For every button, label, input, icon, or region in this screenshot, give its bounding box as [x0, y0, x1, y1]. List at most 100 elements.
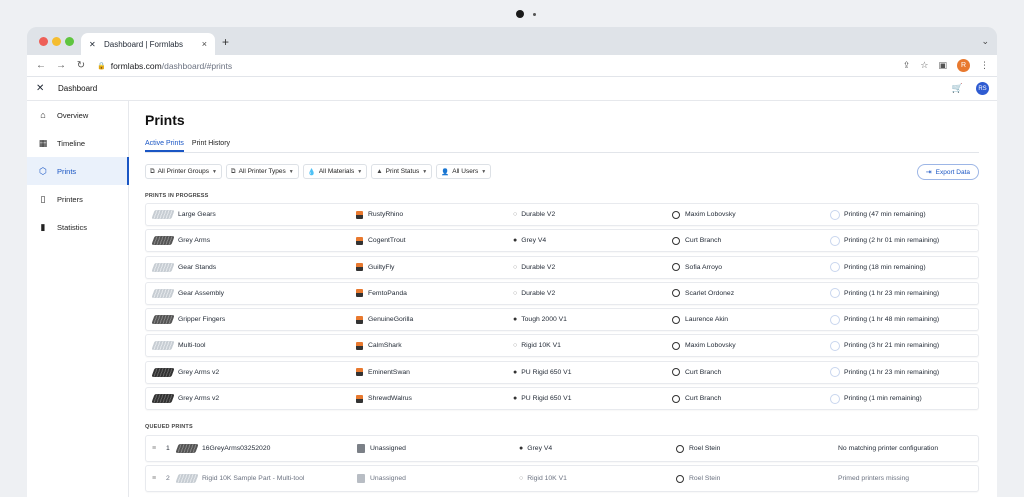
print-status: Printing (18 min remaining): [844, 263, 926, 271]
user-icon: [676, 474, 684, 483]
sidebar-item-timeline[interactable]: ▦ Timeline: [27, 129, 128, 157]
filter-materials[interactable]: 💧 All Materials ▼: [302, 164, 368, 179]
print-status: Printing (2 hr 01 min remaining): [844, 237, 940, 245]
sidebar-item-overview[interactable]: ⌂ Overview: [27, 101, 128, 129]
tab-print-history[interactable]: Print History: [192, 140, 230, 152]
print-status: Printing (1 hr 48 min remaining): [844, 316, 940, 324]
tab-close-icon[interactable]: ×: [202, 39, 207, 49]
user-avatar[interactable]: RS: [976, 82, 989, 95]
queued-row[interactable]: ≡ 2 Rigid 10K Sample Part - Multi-tool Unas…: [145, 465, 979, 493]
sidebar-item-statistics[interactable]: ▮ Statistics: [27, 213, 128, 241]
laptop-bezel: ✕ Dashboard | Formlabs × + ⌄ ← → ↻ 🔒 for…: [0, 0, 1024, 497]
printer-name: CalmShark: [368, 342, 402, 350]
filter-bar: ⧉ All Printer Groups ▼ ⧉ All Printer Typ…: [145, 164, 492, 179]
queued-user-cell: Roel Stein: [676, 436, 720, 461]
print-row[interactable]: Gear Stands GuiltyFly ○ Durable V2 Sofia Arr…: [145, 255, 979, 279]
browser-tab[interactable]: ✕ Dashboard | Formlabs ×: [81, 33, 215, 55]
printer-name: FemtoPanda: [368, 289, 407, 297]
progress-ring-icon: [830, 367, 840, 378]
print-row[interactable]: Large Gears RustyRhino ○ Durable V2 Maxim Lo…: [145, 203, 979, 226]
filter-users[interactable]: 👤 All Users ▼: [436, 164, 492, 179]
part-thumbnail-shape: [151, 367, 175, 377]
cart-icon[interactable]: 🛒: [952, 83, 963, 94]
page-title: Prints: [145, 112, 185, 128]
new-tab-icon[interactable]: +: [222, 35, 229, 49]
status-cell: Printing (1 hr 48 min remaining): [830, 309, 939, 330]
forward-arrow-icon[interactable]: →: [55, 60, 67, 71]
part-thumbnail: [151, 234, 175, 248]
print-name: Gripper Fingers: [178, 316, 226, 324]
app-window: ✕ Dashboard 🛒 RS ⌂ Overview ▦ Timeline ⬡…: [27, 77, 997, 497]
print-row[interactable]: Grey Arms CogentTrout ● Grey V4 Curt Branch P…: [145, 229, 979, 253]
export-data-button[interactable]: ⇥ Export Data: [916, 164, 979, 180]
filter-printer-types[interactable]: ⧉ All Printer Types ▼: [225, 164, 299, 179]
part-thumbnail-shape: [151, 341, 175, 351]
window-maximize-button[interactable]: [65, 37, 74, 46]
print-status: Printing (1 hr 23 min remaining): [844, 368, 940, 376]
print-name-cell: Gear Assembly: [151, 283, 224, 304]
queued-status-cell: No matching printer configuration: [838, 436, 938, 461]
queued-row[interactable]: ≡ 1 16GreyArms03252020 Unassigned ● Grey V4 Ro…: [145, 435, 979, 462]
material-cell: ● Grey V4: [513, 230, 546, 251]
queued-printer-cell: Unassigned: [357, 466, 406, 491]
queued-name-cell: Rigid 10K Sample Part - Multi-tool: [175, 466, 305, 491]
reload-icon[interactable]: ↻: [75, 60, 87, 71]
cube-icon: ⬡: [39, 165, 47, 176]
address-bar[interactable]: 🔒 formlabs.com /dashboard/#prints: [97, 61, 232, 71]
part-thumbnail: [151, 339, 175, 353]
share-icon[interactable]: ⇪: [903, 60, 911, 71]
print-row[interactable]: Gripper Fingers GenuineGorilla ● Tough 2000…: [145, 308, 979, 332]
app-header: ✕ Dashboard 🛒 RS: [27, 77, 997, 101]
printer-name: ShrewdWalrus: [368, 395, 412, 403]
user-icon: [672, 263, 680, 272]
print-row[interactable]: Grey Arms v2 EminentSwan ● PU Rigid 650 V1 C…: [145, 360, 979, 384]
sidebar-item-prints[interactable]: ⬡ Prints: [27, 157, 129, 185]
user-name: Laurence Akin: [685, 316, 729, 324]
kebab-menu-icon[interactable]: ⋮: [980, 60, 989, 71]
side-panel-icon[interactable]: ▣: [938, 60, 947, 71]
user-cell: Curt Branch: [672, 362, 721, 383]
window-close-button[interactable]: [39, 37, 48, 46]
part-thumbnail: [151, 208, 175, 222]
back-arrow-icon[interactable]: ←: [35, 60, 47, 71]
browser-profile-avatar[interactable]: R: [957, 59, 970, 72]
printer-type-icon: ⧉: [230, 167, 236, 175]
queued-material-cell: ○ Rigid 10K V1: [519, 466, 567, 491]
drop-icon: ●: [513, 395, 518, 403]
queued-status-cell: Primed printers missing: [838, 466, 909, 491]
drag-handle-icon[interactable]: ≡: [152, 466, 156, 491]
printer-cell: GuiltyFly: [356, 257, 394, 278]
lock-icon: 🔒: [97, 62, 106, 70]
laptop-screen: ✕ Dashboard | Formlabs × + ⌄ ← → ↻ 🔒 for…: [27, 27, 997, 497]
user-cell: Sofia Arroyo: [672, 257, 722, 278]
print-row[interactable]: Multi-tool CalmShark ○ Rigid 10K V1 Maxim Lo…: [145, 334, 979, 358]
window-minimize-button[interactable]: [52, 37, 61, 46]
filter-printer-groups[interactable]: ⧉ All Printer Groups ▼: [145, 164, 222, 179]
home-icon: ⌂: [40, 110, 46, 120]
queued-print-name: Rigid 10K Sample Part - Multi-tool: [202, 475, 305, 483]
sidebar-item-label: Timeline: [57, 138, 86, 148]
export-label: Export Data: [935, 168, 970, 176]
main-content: Prints Active Prints Print History ⧉ All…: [129, 101, 997, 497]
formlabs-logo-icon[interactable]: ✕: [36, 83, 50, 94]
drop-icon: 💧: [307, 168, 316, 176]
chevron-down-icon[interactable]: ⌄: [981, 36, 989, 47]
print-name: Gear Stands: [178, 263, 217, 271]
sidebar-item-printers[interactable]: ▯ Printers: [27, 185, 128, 213]
tab-title: Dashboard | Formlabs: [104, 39, 183, 49]
printer-assignment: Unassigned: [370, 475, 406, 483]
material-name: Durable V2: [521, 289, 556, 297]
print-row[interactable]: Gear Assembly FemtoPanda ○ Durable V2 Scarle…: [145, 281, 979, 305]
caret-down-icon: ▼: [422, 168, 428, 175]
material-name: PU Rigid 650 V1: [521, 395, 572, 403]
material-name: Durable V2: [521, 211, 556, 218]
drag-handle-icon[interactable]: ≡: [152, 436, 156, 461]
queued-printer-cell: Unassigned: [357, 436, 406, 461]
filter-label: All Users: [452, 168, 479, 175]
filter-print-status[interactable]: ▲ Print Status ▼: [371, 164, 433, 179]
drop-icon: ●: [519, 445, 524, 452]
material-cell: ● PU Rigid 650 V1: [513, 362, 571, 383]
tab-active-prints[interactable]: Active Prints: [145, 140, 184, 152]
bookmark-star-icon[interactable]: ☆: [920, 60, 928, 71]
print-row[interactable]: Grey Arms v2 ShrewdWalrus ● PU Rigid 650 V1…: [145, 387, 979, 411]
